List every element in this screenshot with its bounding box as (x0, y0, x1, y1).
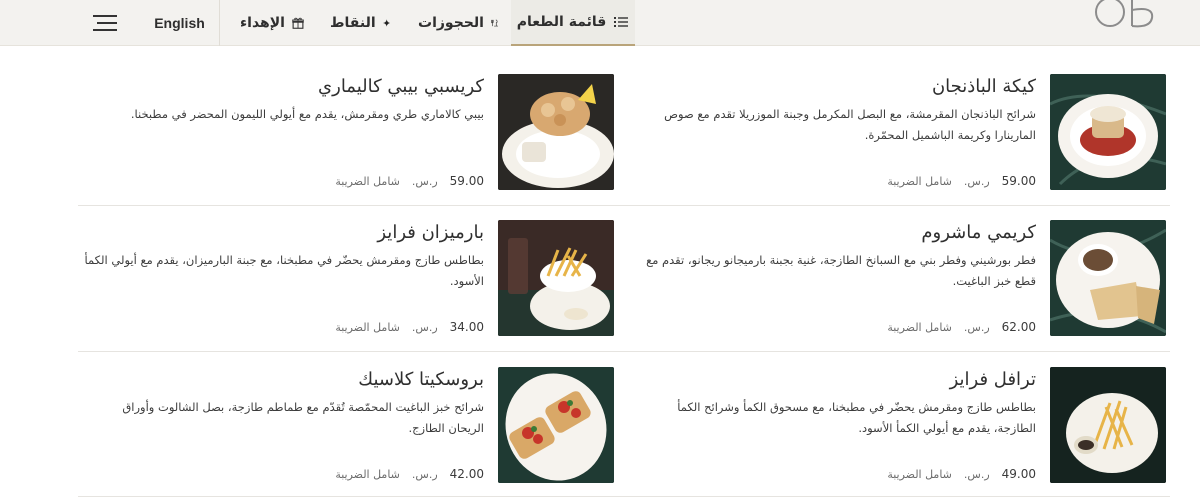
price-currency: ر.س. (411, 175, 438, 188)
tax-note: شامل الضريبة (887, 468, 952, 481)
menu-item-details: كريمي ماشروم فطر بورشيني وفطر بني مع الس… (626, 220, 1036, 336)
menu-item-eggplant-cake[interactable]: كيكة الباذنجان شرائح الباذنجان المقرمشة،… (626, 74, 1166, 194)
price-value: 34.00 (449, 320, 484, 334)
price-value: 59.00 (449, 174, 484, 188)
item-description: بطاطس طازج ومقرمش يحضّر في مطبخنا، مع جب… (84, 253, 484, 288)
price-line: 34.00 ر.س. شامل الضريبة (335, 320, 484, 334)
item-description: بيبي كالاماري طري ومقرمش، يقدم مع أيولي … (130, 107, 484, 121)
language-label: English (154, 15, 205, 31)
tab-reservations-label: الحجوزات (418, 15, 484, 31)
price-currency: ر.س. (963, 468, 990, 481)
price-line: 59.00 ر.س. شامل الضريبة (335, 174, 484, 188)
item-title: ترافل فرايز (949, 369, 1036, 390)
dish-image (1050, 220, 1166, 336)
top-navigation-bar: قائمة الطعام الحجوزات النقاط الإهداء Eng… (0, 0, 1200, 46)
row-divider (78, 205, 1170, 206)
dish-image (498, 74, 614, 190)
tab-menu-label: قائمة الطعام (516, 14, 607, 30)
price-value: 62.00 (1001, 320, 1036, 334)
item-description: شرائح خبز الباغيت المحمّصة تُقدّم مع طما… (122, 400, 484, 435)
item-title: بارميزان فرايز (377, 222, 484, 243)
row-divider (78, 496, 1170, 497)
hamburger-icon[interactable] (93, 14, 119, 32)
row-divider (78, 351, 1170, 352)
item-title: كريسبي بيبي كاليماري (318, 76, 484, 97)
menu-item-creamy-mushroom[interactable]: كريمي ماشروم فطر بورشيني وفطر بني مع الس… (626, 220, 1166, 340)
item-title: كريمي ماشروم (921, 222, 1036, 243)
menu-item-baby-calamari[interactable]: كريسبي بيبي كاليماري بيبي كالاماري طري و… (74, 74, 614, 194)
dish-image (1050, 74, 1166, 190)
menu-item-bruschetta[interactable]: بروسكيتا كلاسيك شرائح خبز الباغيت المحمّ… (74, 367, 614, 487)
utensils-icon (491, 19, 498, 27)
tab-points[interactable]: النقاط (330, 0, 390, 46)
price-currency: ر.س. (963, 175, 990, 188)
price-currency: ر.س. (963, 321, 990, 334)
price-line: 59.00 ر.س. شامل الضريبة (887, 174, 1036, 188)
menu-item-parmesan-fries[interactable]: بارميزان فرايز بطاطس طازج ومقرمش يحضّر ف… (74, 220, 614, 340)
price-value: 42.00 (449, 467, 484, 481)
tab-points-label: النقاط (330, 15, 376, 31)
menu-item-details: ترافل فرايز بطاطس طازج ومقرمش يحضّر في م… (626, 367, 1036, 483)
menu-item-truffle-fries[interactable]: ترافل فرايز بطاطس طازج ومقرمش يحضّر في م… (626, 367, 1166, 487)
price-line: 49.00 ر.س. شامل الضريبة (887, 467, 1036, 481)
menu-item-details: بارميزان فرايز بطاطس طازج ومقرمش يحضّر ف… (74, 220, 484, 336)
price-value: 49.00 (1001, 467, 1036, 481)
tab-gifting[interactable]: الإهداء (240, 0, 304, 46)
tax-note: شامل الضريبة (335, 468, 400, 481)
brand-logo[interactable] (1092, 0, 1166, 34)
tax-note: شامل الضريبة (335, 321, 400, 334)
menu-item-details: كيكة الباذنجان شرائح الباذنجان المقرمشة،… (626, 74, 1036, 190)
tax-note: شامل الضريبة (335, 175, 400, 188)
price-line: 62.00 ر.س. شامل الضريبة (887, 320, 1036, 334)
gift-icon (292, 17, 304, 29)
tab-reservations[interactable]: الحجوزات (418, 0, 498, 46)
menu-item-details: بروسكيتا كلاسيك شرائح خبز الباغيت المحمّ… (74, 367, 484, 483)
main-nav: قائمة الطعام الحجوزات النقاط الإهداء Eng… (0, 0, 700, 46)
item-title: كيكة الباذنجان (931, 76, 1036, 97)
tab-menu[interactable]: قائمة الطعام (511, 0, 635, 46)
price-currency: ر.س. (411, 468, 438, 481)
price-currency: ر.س. (411, 321, 438, 334)
tax-note: شامل الضريبة (887, 175, 952, 188)
list-icon (614, 17, 629, 27)
dish-image (1050, 367, 1166, 483)
item-title: بروسكيتا كلاسيك (358, 369, 484, 390)
tax-note: شامل الضريبة (887, 321, 952, 334)
menu-item-details: كريسبي بيبي كاليماري بيبي كالاماري طري و… (74, 74, 484, 190)
item-description: شرائح الباذنجان المقرمشة، مع البصل المكر… (664, 107, 1036, 142)
tab-gifting-label: الإهداء (240, 15, 285, 31)
price-line: 42.00 ر.س. شامل الضريبة (335, 467, 484, 481)
item-description: بطاطس طازج ومقرمش يحضّر في مطبخنا، مع مس… (677, 400, 1036, 435)
dish-image (498, 367, 614, 483)
language-switch[interactable]: English (140, 0, 220, 46)
sparkle-icon (382, 19, 390, 27)
dish-image (498, 220, 614, 336)
price-value: 59.00 (1001, 174, 1036, 188)
item-description: فطر بورشيني وفطر بني مع السبانخ الطازجة،… (646, 253, 1036, 288)
